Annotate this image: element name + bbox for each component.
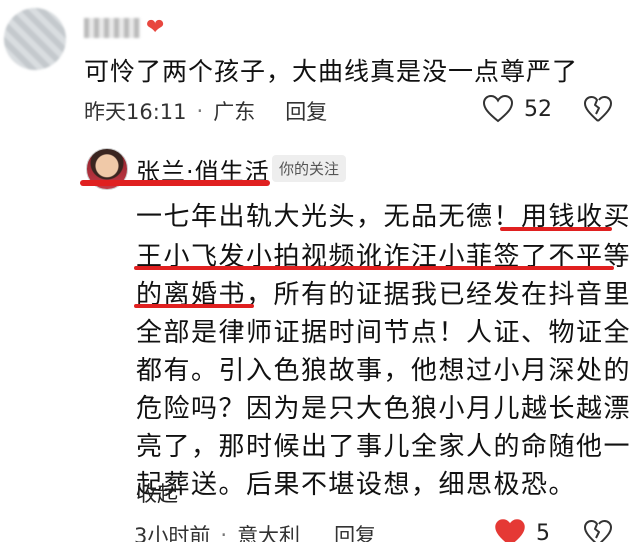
reply-button[interactable]: 回复 <box>285 96 327 126</box>
username-underline <box>80 180 270 186</box>
reply-time: 3小时前 <box>134 524 211 542</box>
reply-text-line: 起葬送。后果不堪设想，细思极恐。 <box>136 470 577 500</box>
like-count: 52 <box>524 96 552 122</box>
commenter-name-blurred[interactable]: ❤ <box>84 14 204 44</box>
heart-filled-icon <box>495 519 525 542</box>
highlight-underline <box>500 227 612 231</box>
meta-separator: · <box>196 99 204 123</box>
heart-emoji-icon: ❤ <box>146 15 165 40</box>
reply-location: 意大利 <box>237 524 301 542</box>
follow-badge: 你的关注 <box>272 155 347 182</box>
blurred-username <box>84 18 140 38</box>
comment-time: 昨天16:11 <box>84 100 187 124</box>
comment-meta: 昨天16:11 · 广东 回复 <box>84 96 327 126</box>
commenter-avatar[interactable] <box>4 8 66 70</box>
like-button[interactable]: 5 <box>494 518 550 542</box>
reply-text-line: 危险吗？因为是只大色狼小月儿越长越漂 <box>136 394 632 424</box>
like-button[interactable]: 52 <box>482 94 552 124</box>
reply-meta: 3小时前 · 意大利 回复 <box>134 520 376 542</box>
like-count: 5 <box>536 520 550 542</box>
highlight-underline <box>134 304 254 308</box>
broken-heart-icon[interactable] <box>583 519 613 542</box>
collapse-button[interactable]: 收起 <box>136 478 178 508</box>
comment-text: 可怜了两个孩子，大曲线真是没一点尊严了 <box>84 57 579 86</box>
highlight-underline <box>134 266 614 270</box>
reply-button[interactable]: 回复 <box>334 520 376 542</box>
comment-location: 广东 <box>213 100 256 124</box>
reply-text-line: 亮了，那时候出了事儿全家人的命随他一 <box>136 432 632 462</box>
reply-text-line: 都有。引入色狼故事，他想过小月深处的 <box>136 356 632 386</box>
heart-outline-icon <box>482 94 514 123</box>
meta-separator: · <box>220 523 228 542</box>
broken-heart-icon[interactable] <box>583 95 613 123</box>
reply-text-line: 全部是律师证据时间节点！人证、物证全 <box>136 318 632 348</box>
